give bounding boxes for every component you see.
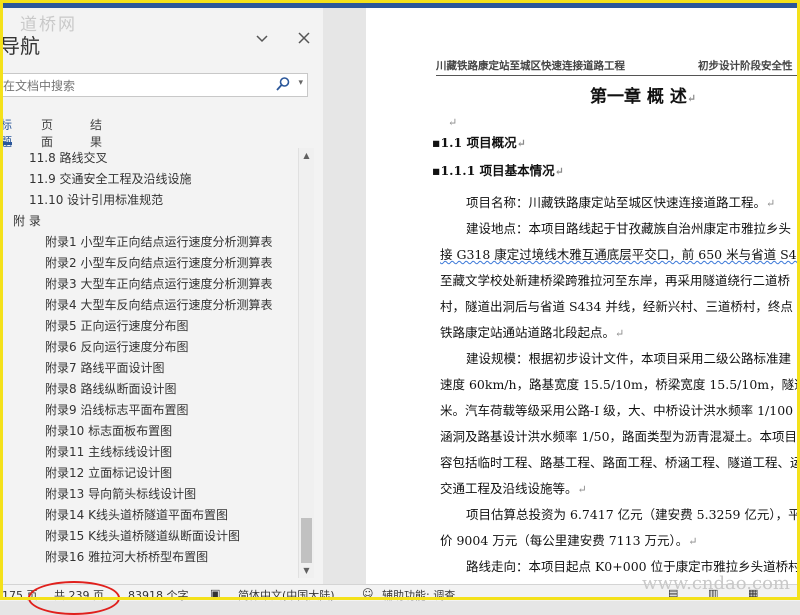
header-left: 川藏铁路康定站至城区快速连接道路工程 (436, 60, 625, 72)
body-line: 铁路康定站通站道路北段起点。↵ (440, 325, 625, 340)
blank-paragraph: ↵ (448, 116, 458, 129)
nav-heading-item[interactable]: 附录16 雅拉河大桥桥型布置图 (0, 547, 298, 568)
body-line: 容包括临时工程、路基工程、路面工程、桥涵工程、隧道工程、运 (440, 455, 800, 470)
nav-heading-item[interactable]: 附录6 反向运行速度分布图 (0, 337, 298, 358)
nav-heading-item[interactable]: 附录7 路线平面设计图 (0, 358, 298, 379)
page-header: 川藏铁路康定站至城区快速连接道路工程 初步设计阶段安全性 (436, 58, 800, 76)
nav-heading-item[interactable]: 附录8 路线纵断面设计图 (0, 379, 298, 400)
body-line: 交通工程及沿线设施等。↵ (440, 481, 587, 496)
nav-scrollbar[interactable]: ▲ ▼ (298, 148, 314, 578)
scroll-thumb[interactable] (301, 518, 312, 563)
scroll-up-icon[interactable]: ▲ (299, 148, 314, 163)
nav-heading-item[interactable]: 附录3 大型车正向结点运行速度分析测算表 (0, 274, 298, 295)
body-line: 项目估算总投资为 6.7417 亿元（建安费 5.3259 亿元），平均 (466, 507, 800, 522)
body-line: 价 9004 万元（每公里建安费 7113 万元）。↵ (440, 533, 698, 548)
search-icon[interactable] (275, 76, 291, 92)
scroll-down-icon[interactable]: ▼ (299, 563, 314, 578)
nav-heading-item[interactable]: 附录11 主线标线设计图 (0, 442, 298, 463)
navigation-pane: 导航 在文档中搜索 ▾ 标题 页面 结果 11.8 路线交叉 11.9 交通安全工… (0, 8, 323, 584)
watermark-bottom: www.cndao.com (642, 573, 790, 594)
body-line: 速度 60km/h，路基宽度 15.5/10m，桥梁宽度 15.5/10m，隧道… (440, 377, 800, 392)
proofing-icon[interactable]: ▣ (210, 587, 220, 600)
search-input[interactable]: 在文档中搜索 ▾ (0, 73, 308, 97)
highlight-oval (28, 581, 120, 615)
body-line: 建设地点：本项目路线起于甘孜藏族自治州康定市雅拉乡头 (466, 221, 792, 236)
tab-headings[interactable]: 标题 (0, 116, 13, 149)
heading-1-1-1: ▪1.1.1 项目基本情况↵ (432, 163, 564, 178)
nav-heading-item[interactable]: 11.9 交通安全工程及沿线设施 (0, 169, 298, 190)
search-options-caret-icon[interactable]: ▾ (298, 78, 303, 88)
watermark-top: 道桥网 (20, 15, 77, 35)
nav-heading-item[interactable]: 附录14 K线头道桥隧道平面布置图 (0, 505, 298, 526)
body-line: 米。汽车荷载等级采用公路-I 级，大、中桥设计洪水频率 1/100 (440, 403, 794, 418)
tab-results[interactable]: 结果 (90, 116, 102, 149)
chapter-title: 第一章 概 述↵ (590, 87, 697, 107)
document-page[interactable]: 川藏铁路康定站至城区快速连接道路工程 初步设计阶段安全性 第一章 概 述↵ ↵ … (366, 8, 800, 584)
body-line: 至藏文学校处新建桥梁跨雅拉河至东岸，再采用隧道绕行二道桥 (440, 273, 791, 288)
nav-heading-item[interactable]: 11.10 设计引用标准规范 (0, 190, 298, 211)
nav-heading-item[interactable]: 附录2 小型车反向结点运行速度分析测算表 (0, 253, 298, 274)
nav-heading-item[interactable]: 附录5 正向运行速度分布图 (0, 316, 298, 337)
body-line: 村，隧道出洞后与省道 S434 并线，经新兴村、三道桥村，终点 (440, 299, 793, 314)
header-right: 初步设计阶段安全性 (698, 60, 793, 72)
ribbon-strip (0, 0, 800, 8)
body-line: 涵洞及路基设计洪水频率 1/50，路面类型为沥青混凝土。本项目 (440, 429, 798, 444)
nav-heading-item[interactable]: 附录9 沿线标志平面布置图 (0, 400, 298, 421)
tab-pages[interactable]: 页面 (41, 116, 53, 149)
status-language[interactable]: 简体中文(中国大陆) (238, 587, 335, 601)
nav-heading-item[interactable]: 附录10 标志面板布置图 (0, 421, 298, 442)
close-icon[interactable] (294, 30, 314, 50)
nav-heading-item[interactable]: 附录1 小型车正向结点运行速度分析测算表 (0, 232, 298, 253)
status-accessibility[interactable]: 辅助功能: 调查 (382, 587, 455, 601)
body-line: 接 G318 康定过境线木雅互通底层平交口，前 650 米与省道 S43 (440, 247, 800, 262)
nav-heading-item[interactable]: 11.8 路线交叉 (0, 148, 298, 169)
nav-heading-item[interactable]: 附录13 导向箭头标线设计图 (0, 484, 298, 505)
nav-heading-item[interactable]: 附录12 立面标记设计图 (0, 463, 298, 484)
heading-1-1: ▪1.1 项目概况↵ (432, 135, 526, 150)
nav-heading-item[interactable]: 附录4 大型车反向结点运行速度分析测算表 (0, 295, 298, 316)
nav-heading-item[interactable]: 附 录 (0, 211, 298, 232)
heading-tree: 11.8 路线交叉 11.9 交通安全工程及沿线设施 11.10 设计引用标准规范附… (0, 148, 298, 578)
accessibility-icon[interactable]: ☺ (362, 587, 373, 600)
status-words[interactable]: 83918 个字 (128, 587, 189, 601)
body-line: 建设规模：根据初步设计文件，本项目采用二级公路标准建 (466, 351, 792, 366)
body-line: 项目名称：川藏铁路康定站至城区快速连接道路工程。↵ (466, 195, 776, 210)
chevron-down-icon[interactable] (252, 30, 272, 50)
search-placeholder: 在文档中搜索 (3, 79, 76, 93)
nav-heading-item[interactable]: 附录15 K线头道桥隧道纵断面设计图 (0, 526, 298, 547)
